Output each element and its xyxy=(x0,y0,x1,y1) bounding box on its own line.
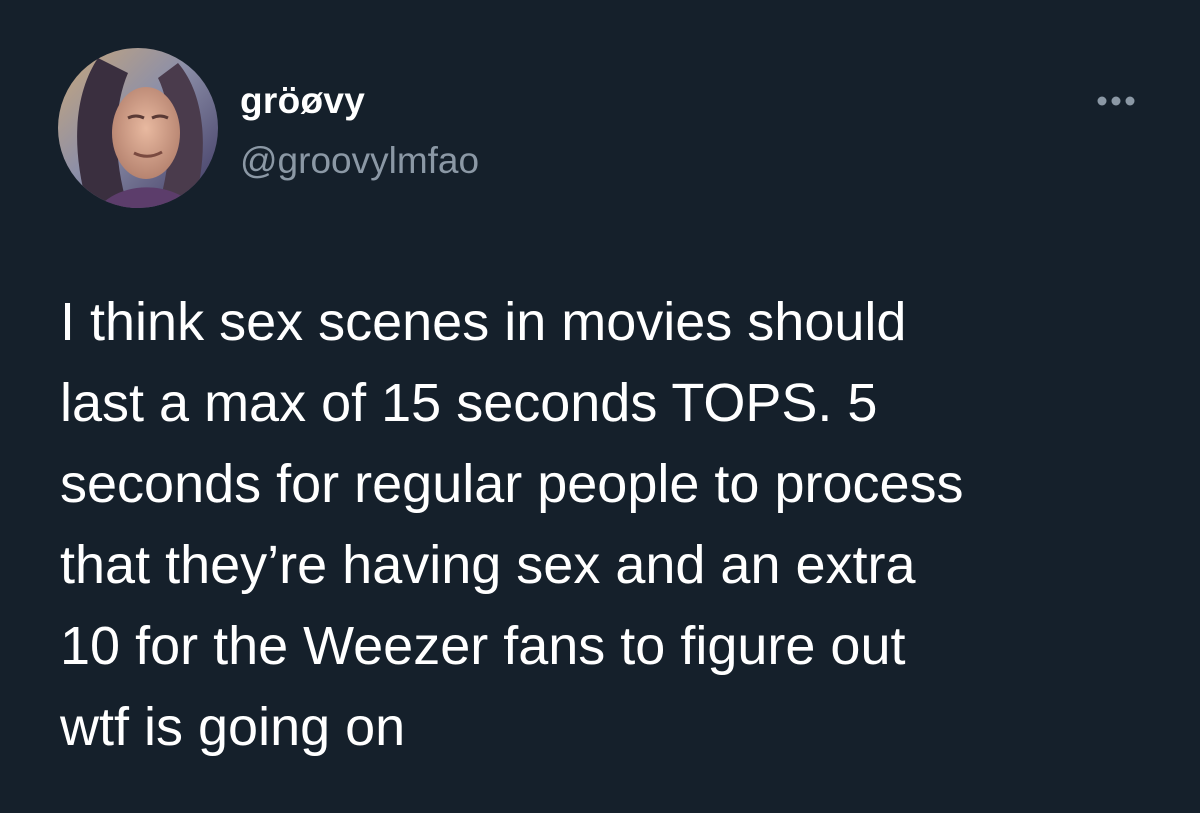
tweet-text: I think sex scenes in movies should last… xyxy=(60,282,1160,768)
tweet-text-line: wtf is going on xyxy=(60,697,406,757)
tweet-text-line: 10 for the Weezer fans to figure out xyxy=(60,616,906,676)
tweet-text-line: that they’re having sex and an extra xyxy=(60,535,916,595)
tweet-text-line: I think sex scenes in movies should xyxy=(60,292,907,352)
display-name[interactable]: gröøvy xyxy=(240,80,365,122)
tweet-text-line: last a max of 15 seconds TOPS. 5 xyxy=(60,373,878,433)
ellipsis-icon xyxy=(1097,96,1135,106)
user-handle[interactable]: @groovylmfao xyxy=(240,140,479,182)
avatar[interactable] xyxy=(58,48,218,208)
profile-photo-icon xyxy=(58,48,218,208)
tweet-text-line: seconds for regular people to process xyxy=(60,454,964,514)
tweet-card: gröøvy @groovylmfao I think sex scenes i… xyxy=(0,0,1200,813)
more-options-button[interactable] xyxy=(1086,84,1146,118)
